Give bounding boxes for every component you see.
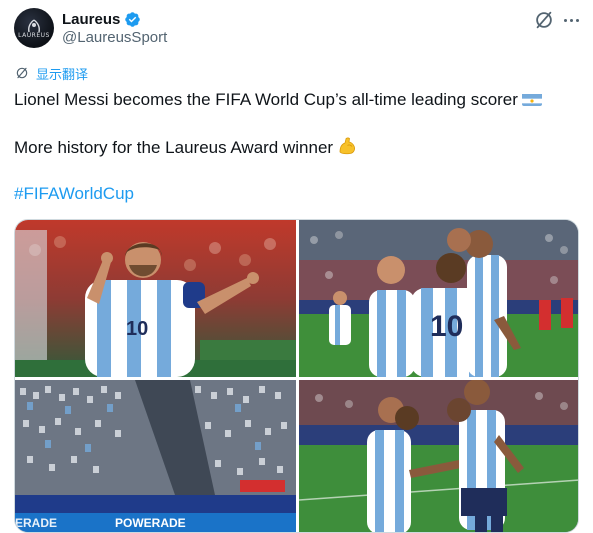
author-handle[interactable]: @LaureusSport: [62, 29, 167, 46]
display-name[interactable]: Laureus: [62, 11, 120, 28]
argentina-flag-emoji: [521, 92, 542, 106]
avatar-logo-text: LAUREUS: [18, 32, 50, 39]
argentina-fans-stands-photo[interactable]: POWERADE ERADE: [15, 380, 296, 532]
flexed-biceps-emoji: [337, 136, 357, 156]
messi-celebrating-photo[interactable]: 10: [15, 220, 296, 377]
hashtag-link[interactable]: #FIFAWorldCup: [14, 183, 134, 205]
more-dots-icon[interactable]: [560, 9, 582, 31]
svg-text:ERADE: ERADE: [15, 516, 57, 530]
tweet-text-line-1: Lionel Messi becomes the FIFA World Cup’…: [14, 89, 542, 111]
team-group-hug-photo[interactable]: 10: [299, 220, 578, 377]
media-grid: 10 10 POWERADE ERADE: [14, 219, 579, 533]
author-name-row: Laureus: [62, 9, 141, 29]
players-embracing-photo[interactable]: [299, 380, 578, 532]
verified-badge-icon: [125, 11, 141, 27]
grok-icon[interactable]: [533, 9, 555, 31]
translate-label: 显示翻译: [36, 67, 89, 83]
jersey-number: 10: [126, 318, 148, 340]
translate-link[interactable]: 显示翻译: [14, 64, 89, 83]
jersey-number: 10: [430, 310, 463, 343]
tweet-text: More history for the Laureus Award winne…: [14, 138, 334, 157]
avatar[interactable]: LAUREUS: [14, 8, 54, 48]
translate-icon: [16, 67, 28, 79]
tweet-card[interactable]: LAUREUS Laureus @LaureusSport 显示翻译 Lione…: [0, 0, 593, 533]
tweet-text: Lionel Messi becomes the FIFA World Cup’…: [14, 90, 518, 109]
tweet-text-line-2: More history for the Laureus Award winne…: [14, 136, 357, 159]
ad-board-text: POWERADE: [115, 516, 186, 530]
